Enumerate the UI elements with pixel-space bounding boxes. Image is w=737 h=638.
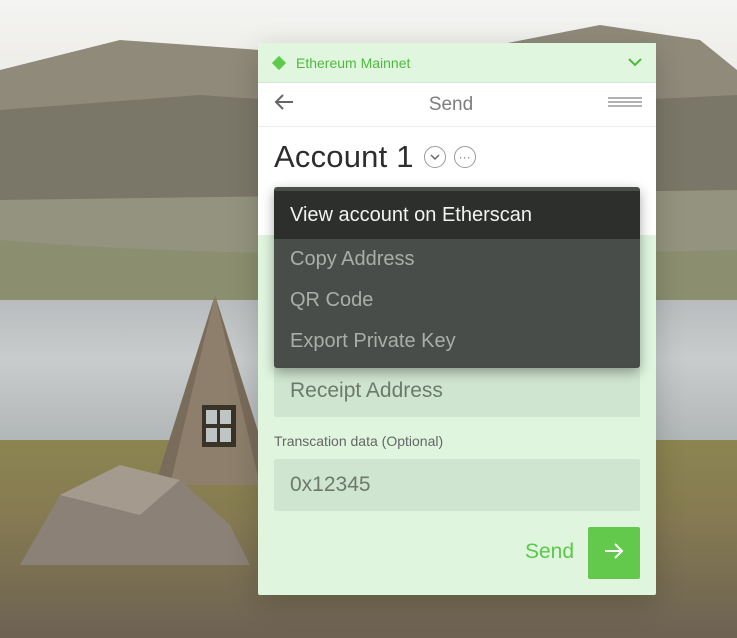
chevron-down-icon[interactable] xyxy=(628,58,642,67)
menu-icon[interactable] xyxy=(608,95,642,114)
network-diamond-icon xyxy=(271,55,287,70)
account-name: Account 1 xyxy=(274,139,414,174)
network-selector[interactable]: Ethereum Mainnet xyxy=(258,43,656,83)
nav-bar: Send xyxy=(258,83,656,127)
menu-item-copy-address[interactable]: Copy Address xyxy=(274,239,640,280)
receipt-address-input[interactable]: Receipt Address xyxy=(274,365,640,417)
more-dots-icon[interactable]: ··· xyxy=(453,146,476,168)
account-row: Account 1 ··· xyxy=(274,139,476,175)
account-options-menu: View account on Etherscan Copy Address Q… xyxy=(274,187,640,368)
arrow-right-icon xyxy=(604,542,624,564)
send-button[interactable] xyxy=(588,527,640,579)
transaction-data-label: Transcation data (Optional) xyxy=(274,433,444,449)
menu-item-export-private-key[interactable]: Export Private Key xyxy=(274,321,640,362)
page-title: Send xyxy=(428,93,474,115)
send-label[interactable]: Send xyxy=(525,540,574,564)
chevron-down-circle-icon[interactable] xyxy=(423,146,446,168)
menu-item-view-etherscan[interactable]: View account on Etherscan xyxy=(274,191,640,239)
menu-item-qr-code[interactable]: QR Code xyxy=(274,280,640,321)
back-arrow-icon[interactable] xyxy=(274,94,294,115)
network-label: Ethereum Mainnet xyxy=(296,54,411,71)
rock xyxy=(20,465,250,565)
transaction-data-input[interactable]: 0x12345 xyxy=(274,459,640,511)
